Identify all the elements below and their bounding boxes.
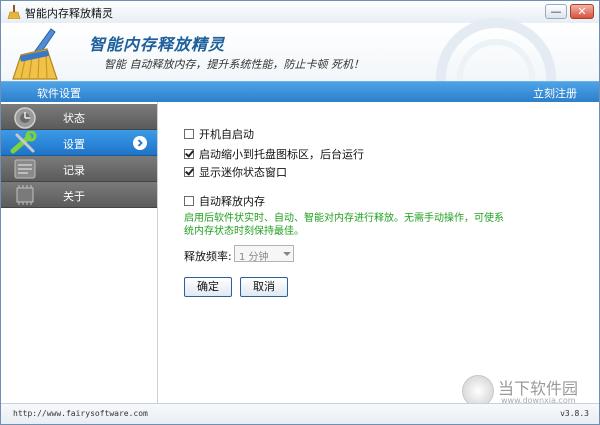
minimize-to-tray-label: 启动缩小到托盘图标区，后台运行 <box>199 148 364 161</box>
sidebar-item-label: 记录 <box>63 164 85 177</box>
app-header: 智能内存释放精灵 智能 自动释放内存，提升系统性能，防止卡顿 死机！ <box>1 18 599 138</box>
app-slogan: 智能 自动释放内存，提升系统性能，防止卡顿 死机！ <box>104 58 364 71</box>
frequency-label: 释放频率: <box>184 250 232 263</box>
wrench-icon <box>10 131 37 154</box>
mini-window-label: 显示迷你状态窗口 <box>199 166 287 179</box>
minimize-to-tray-checkbox[interactable] <box>184 149 194 159</box>
auto-release-label: 自动释放内存 <box>199 195 265 208</box>
broom-logo-icon <box>12 28 58 80</box>
sidebar-item-settings[interactable]: 设置 <box>1 130 157 156</box>
register-link[interactable]: 立刻注册 <box>533 85 577 101</box>
sidebar-item-label: 状态 <box>63 112 85 125</box>
ok-button[interactable]: 确定 <box>184 277 232 297</box>
autostart-option[interactable]: 开机自启动 <box>184 126 254 142</box>
autostart-label: 开机自启动 <box>199 128 254 141</box>
section-bar: 软件设置 立刻注册 <box>1 81 599 103</box>
broom-icon <box>7 5 21 19</box>
sidebar-item-status[interactable]: 状态 <box>1 104 157 130</box>
frequency-select[interactable]: 1 分钟 <box>234 245 294 263</box>
clock-gear-icon <box>14 107 36 129</box>
website-link[interactable]: http://www.fairysoftware.com <box>13 409 148 418</box>
record-icon <box>14 159 36 179</box>
auto-release-option[interactable]: 自动释放内存 <box>184 193 265 209</box>
app-window: 智能内存释放精灵 — ✕ 智能内存释放精灵 智能 自动释放内存，提升系统性能，防… <box>0 0 600 425</box>
sidebar-item-label: 关于 <box>63 190 85 203</box>
auto-release-hint: 启用后软件状实时、自动、智能对内存进行释放。无需手动操作，可使系统内存状态时刻保… <box>184 213 504 237</box>
cancel-button[interactable]: 取消 <box>240 277 288 297</box>
window-title: 智能内存释放精灵 <box>25 7 113 20</box>
close-button[interactable]: ✕ <box>570 4 594 19</box>
mini-window-option[interactable]: 显示迷你状态窗口 <box>184 164 287 180</box>
sidebar-item-label: 设置 <box>63 138 85 151</box>
section-title: 软件设置 <box>37 87 81 100</box>
version-label: v3.8.3 <box>560 409 589 418</box>
auto-release-checkbox[interactable] <box>184 196 194 206</box>
autostart-checkbox[interactable] <box>184 129 194 139</box>
sidebar-item-records[interactable]: 记录 <box>1 156 157 182</box>
frequency-value: 1 分钟 <box>239 252 269 263</box>
sidebar-item-about[interactable]: 关于 <box>1 182 157 208</box>
chevron-down-icon <box>283 252 291 256</box>
app-name: 智能内存释放精灵 <box>89 35 226 54</box>
status-bar: http://www.fairysoftware.com v3.8.3 <box>1 403 599 424</box>
minimize-to-tray-option[interactable]: 启动缩小到托盘图标区，后台运行 <box>184 146 364 162</box>
chip-icon <box>16 185 34 205</box>
sidebar: 状态 设置 记录 关于 <box>1 102 158 403</box>
settings-panel: 开机自启动 启动缩小到托盘图标区，后台运行 显示迷你状态窗口 自动释放内存 启用… <box>158 102 599 403</box>
mini-window-checkbox[interactable] <box>184 167 194 177</box>
chevron-right-icon <box>133 136 147 150</box>
